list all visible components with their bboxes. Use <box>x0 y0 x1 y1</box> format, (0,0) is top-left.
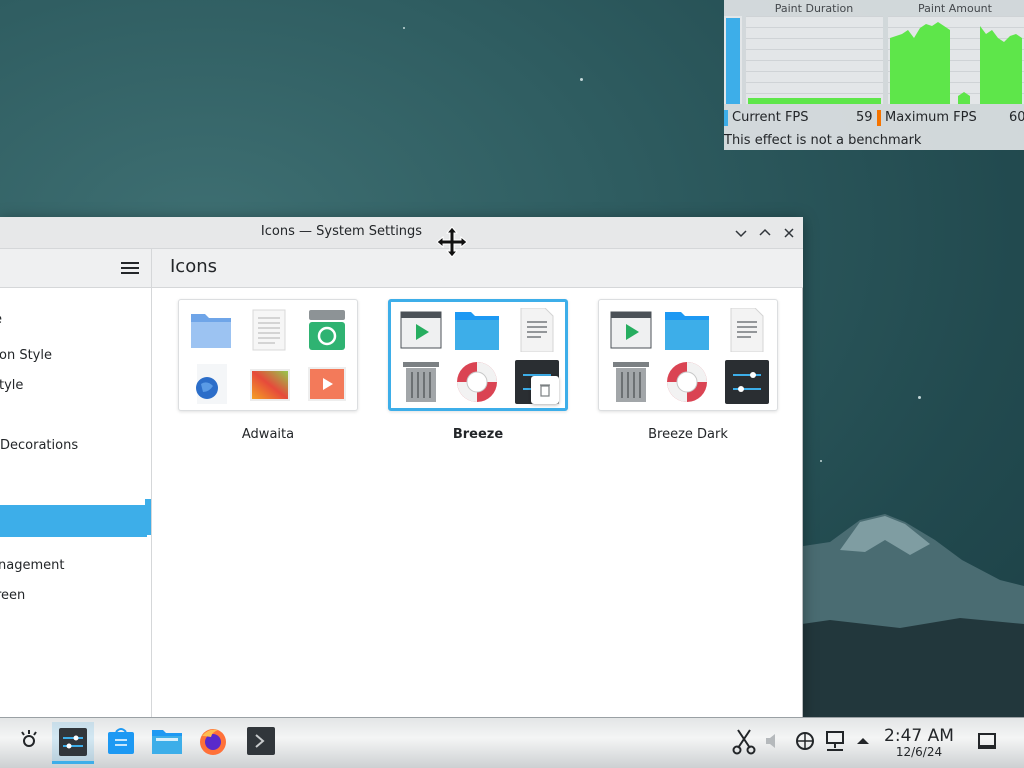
hamburger-menu-icon[interactable] <box>120 259 140 277</box>
maximum-fps-swatch <box>877 110 881 126</box>
theme-preview <box>388 299 568 411</box>
clock-time[interactable]: 2:47 AM <box>884 726 954 746</box>
system-settings-icon <box>59 728 87 756</box>
media-player-icon <box>610 311 652 349</box>
text-document-icon <box>252 309 286 351</box>
current-fps-label: Current FPS <box>732 110 809 125</box>
close-button[interactable] <box>779 223 799 243</box>
active-indicator <box>145 499 151 535</box>
text-document-icon <box>730 308 764 352</box>
system-settings-window: Icons — System Settings e on Style tyle … <box>0 217 803 717</box>
theme-preview <box>178 299 358 411</box>
network-wired-icon[interactable] <box>822 726 848 756</box>
folder-icon <box>191 314 231 348</box>
show-hidden-icons-icon[interactable] <box>853 726 873 756</box>
paint-duration-graph <box>746 16 883 104</box>
theme-name: Breeze <box>452 427 504 442</box>
folder-icon <box>665 312 709 350</box>
settings-sliders-icon <box>725 360 769 404</box>
maximum-fps-value: 60 <box>1009 110 1024 125</box>
terminal-icon[interactable] <box>246 726 276 756</box>
sidebar-header <box>0 249 151 288</box>
maximize-button[interactable] <box>755 223 775 243</box>
theme-name: Breeze Dark <box>648 427 728 442</box>
page-title: Icons <box>170 256 218 277</box>
sidebar-item-icons[interactable] <box>0 505 147 537</box>
content-header: Icons <box>152 249 803 288</box>
application-launcher-icon[interactable] <box>14 726 44 756</box>
sidebar-item-label: Decorations <box>0 438 79 453</box>
current-fps-swatch <box>724 110 728 126</box>
kde-connect-icon[interactable] <box>792 726 818 756</box>
star <box>403 27 405 29</box>
delete-icon <box>540 384 550 397</box>
benchmark-note: This effect is not a benchmark <box>724 133 922 148</box>
chevron-up-icon <box>759 228 771 236</box>
fps-bar-graph <box>724 16 742 104</box>
sidebar-item-label: e <box>0 305 2 335</box>
trash-icon <box>613 362 649 402</box>
image-icon <box>250 369 290 401</box>
firefox-icon[interactable] <box>198 726 228 756</box>
text-document-icon <box>520 308 554 352</box>
sidebar-item[interactable]: e <box>0 305 151 335</box>
sidebar-item-splash-screen[interactable]: reen <box>0 581 151 611</box>
sidebar-item-application-style[interactable]: on Style <box>0 341 151 371</box>
theme-preview <box>598 299 778 411</box>
current-fps-value: 59 <box>856 110 873 125</box>
media-player-icon <box>400 311 442 349</box>
theme-name: Adwaita <box>241 427 295 442</box>
folder-icon <box>455 312 499 350</box>
window-titlebar[interactable]: Icons — System Settings <box>0 217 803 249</box>
task-system-settings[interactable] <box>52 722 94 764</box>
star <box>918 396 921 399</box>
help-lifebuoy-icon <box>457 362 497 402</box>
show-desktop-icon[interactable] <box>974 726 1000 756</box>
sidebar-item-font-management[interactable]: nagement <box>0 551 151 581</box>
star <box>820 460 822 462</box>
sidebar-item-plasma-style[interactable]: tyle <box>0 371 151 401</box>
star <box>580 78 583 81</box>
video-icon <box>308 367 346 401</box>
sidebar-item-window-decorations[interactable]: Decorations <box>0 431 151 461</box>
discover-store-icon[interactable] <box>106 726 136 756</box>
show-fps-overlay: Paint Duration Paint Amount Current FPS … <box>724 0 1024 150</box>
file-manager-icon[interactable] <box>152 726 182 756</box>
fps-bar <box>726 18 740 104</box>
chevron-down-icon <box>735 230 747 238</box>
trash-icon <box>309 310 345 350</box>
sidebar-item-label: tyle <box>0 378 24 393</box>
paint-amount-graph <box>888 16 1024 104</box>
minimize-button[interactable] <box>731 223 751 243</box>
globe-document-icon <box>196 364 227 404</box>
paint-duration-label: Paint Duration <box>774 2 854 15</box>
taskbar-panel: 2:47 AM 12/6/24 <box>0 717 1024 768</box>
maximum-fps-label: Maximum FPS <box>885 110 977 125</box>
close-icon <box>784 228 794 238</box>
window-title: Icons — System Settings <box>260 224 423 239</box>
paint-duration-trace <box>748 98 881 104</box>
scissors-icon[interactable] <box>730 726 758 756</box>
delete-theme-button[interactable] <box>531 376 559 404</box>
help-lifebuoy-icon <box>667 362 707 402</box>
settings-sidebar: e on Style tyle Decorations nagement ree… <box>0 249 152 717</box>
move-cursor-icon <box>436 226 468 258</box>
sidebar-item-label: on Style <box>0 348 52 363</box>
volume-muted-icon[interactable] <box>762 726 782 756</box>
sidebar-item-label: nagement <box>0 558 65 573</box>
paint-amount-chart <box>890 22 1022 104</box>
clock-date[interactable]: 12/6/24 <box>884 745 954 759</box>
paint-amount-label: Paint Amount <box>918 2 992 15</box>
sidebar-item-label: reen <box>0 588 26 603</box>
trash-icon <box>403 362 439 402</box>
